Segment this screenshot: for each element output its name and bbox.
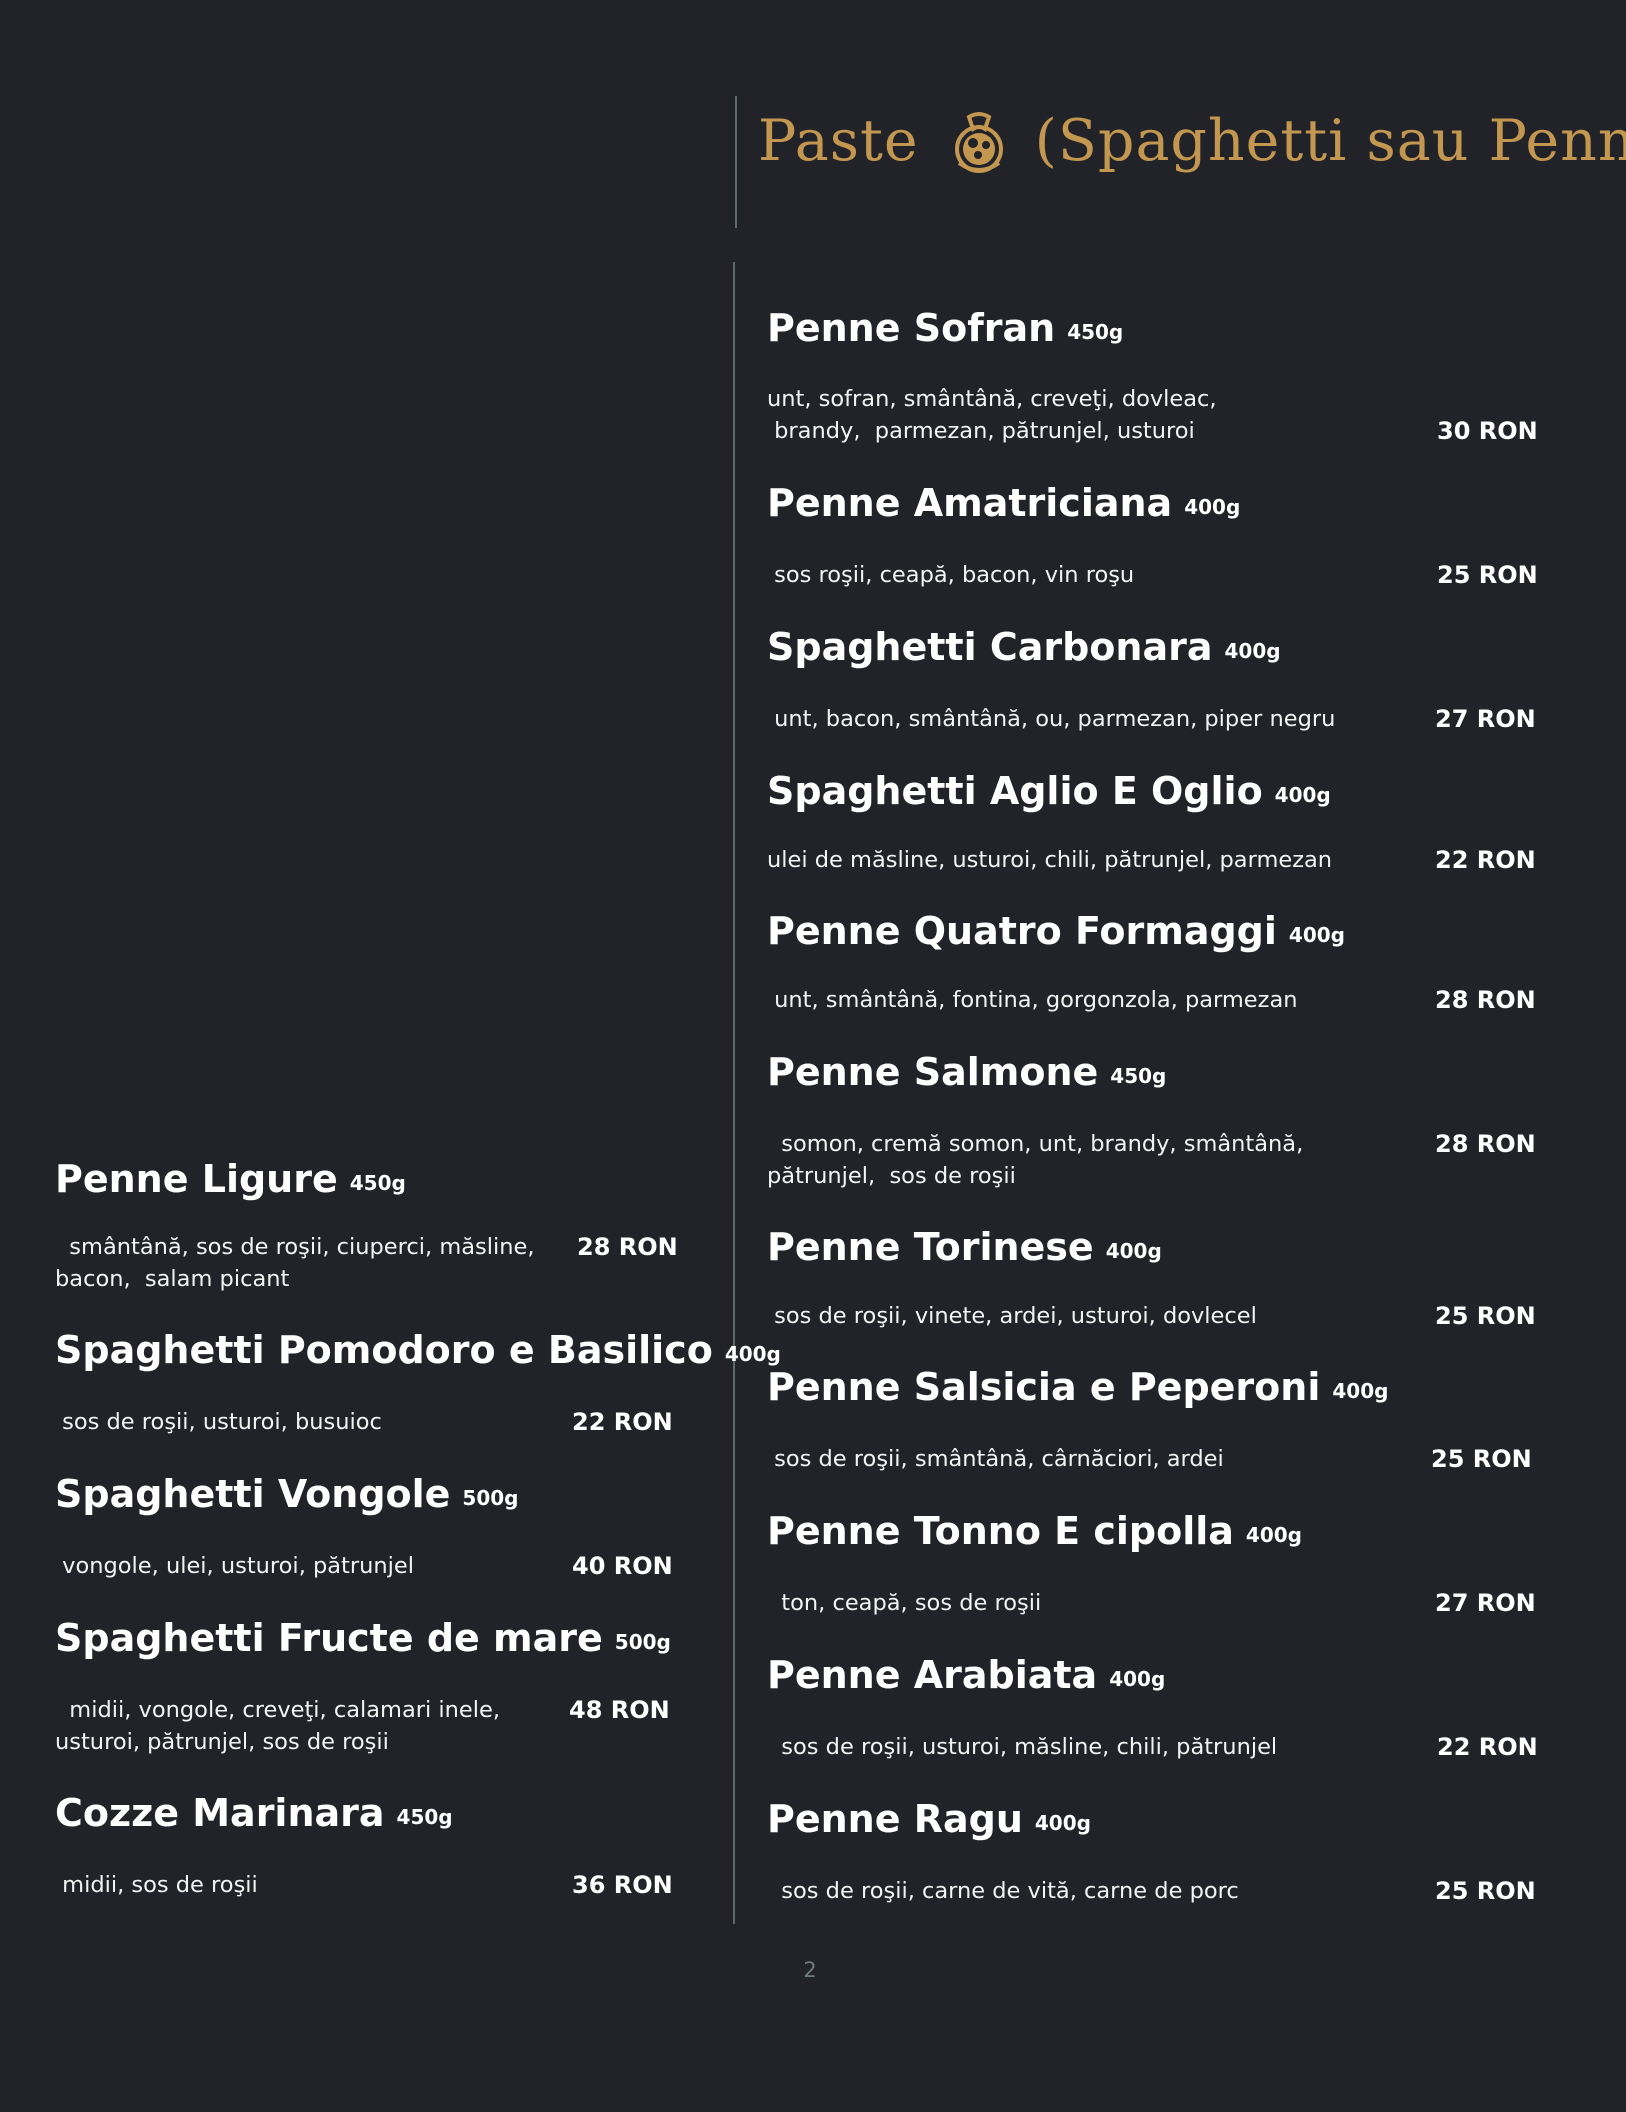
item-name: Penne Amatriciana 400g xyxy=(767,481,1241,525)
item-description: vongole, ulei, usturoi, pătrunjel xyxy=(55,1553,415,1579)
item-description: sos roşii, ceapă, bacon, vin roşu xyxy=(767,562,1135,588)
item-price: 25 RON xyxy=(1431,1445,1532,1473)
item-weight: 500g xyxy=(614,1630,671,1654)
item-description: midii, vongole, creveţi, calamari inele,… xyxy=(55,1697,501,1755)
item-name: Penne Ligure 450g xyxy=(55,1157,406,1201)
item-description: somon, cremă somon, unt, brandy, smântân… xyxy=(767,1131,1304,1189)
item-name: Penne Arabiata 400g xyxy=(767,1653,1166,1697)
item-price: 30 RON xyxy=(1437,417,1538,445)
item-name: Spaghetti Carbonara 400g xyxy=(767,625,1281,669)
item-description: sos de roşii, vinete, ardei, usturoi, do… xyxy=(767,1303,1257,1329)
item-weight: 400g xyxy=(1034,1811,1091,1835)
page-number: 2 xyxy=(803,1958,817,1982)
item-name: Spaghetti Fructe de mare 500g xyxy=(55,1616,671,1660)
item-description: sos de roşii, usturoi, busuioc xyxy=(55,1409,382,1435)
item-description: unt, sofran, smântână, creveţi, dovleac,… xyxy=(767,386,1217,444)
item-description: smântână, sos de roşii, ciuperci, măslin… xyxy=(55,1234,535,1292)
item-weight: 450g xyxy=(1110,1064,1167,1088)
title-suffix: (Spaghetti sau Penne) xyxy=(1034,108,1626,174)
item-description: unt, bacon, smântână, ou, parmezan, pipe… xyxy=(767,706,1336,732)
item-weight: 400g xyxy=(1105,1239,1162,1263)
item-name: Spaghetti Vongole 500g xyxy=(55,1472,519,1516)
pasta-bowl-icon xyxy=(954,112,1003,173)
item-price: 25 RON xyxy=(1435,1877,1536,1905)
item-name: Penne Ragu 400g xyxy=(767,1797,1091,1841)
item-price: 27 RON xyxy=(1435,1589,1536,1617)
item-description: midii, sos de roşii xyxy=(55,1872,258,1898)
item-name: Spaghetti Pomodoro e Basilico 400g xyxy=(55,1328,781,1372)
item-weight: 400g xyxy=(724,1342,781,1366)
item-description: sos de roşii, smântână, cârnăciori, arde… xyxy=(767,1446,1224,1472)
item-weight: 450g xyxy=(349,1171,406,1195)
column-divider xyxy=(733,262,735,1924)
section-title: Paste (Spaghetti sau Penne) xyxy=(758,96,1626,186)
item-name: Penne Torinese 400g xyxy=(767,1225,1162,1269)
item-description: sos de roşii, usturoi, măsline, chili, p… xyxy=(767,1734,1278,1760)
item-price: 28 RON xyxy=(577,1233,678,1261)
item-price: 36 RON xyxy=(572,1871,673,1899)
item-weight: 400g xyxy=(1274,783,1331,807)
item-description: sos de roşii, carne de vită, carne de po… xyxy=(767,1878,1239,1904)
item-description: ulei de măsline, usturoi, chili, pătrunj… xyxy=(767,847,1333,873)
item-name: Cozze Marinara 450g xyxy=(55,1791,453,1835)
item-weight: 400g xyxy=(1224,639,1281,663)
title-prefix: Paste xyxy=(758,108,919,174)
item-name: Penne Quatro Formaggi 400g xyxy=(767,909,1345,953)
item-price: 48 RON xyxy=(569,1696,670,1724)
item-weight: 400g xyxy=(1245,1523,1302,1547)
item-weight: 400g xyxy=(1184,495,1241,519)
item-price: 22 RON xyxy=(1437,1733,1538,1761)
item-price: 28 RON xyxy=(1435,986,1536,1014)
item-name: Penne Sofran 450g xyxy=(767,306,1124,350)
item-name: Spaghetti Aglio E Oglio 400g xyxy=(767,769,1331,813)
item-price: 27 RON xyxy=(1435,705,1536,733)
item-name: Penne Tonno E cipolla 400g xyxy=(767,1509,1302,1553)
item-weight: 400g xyxy=(1332,1379,1389,1403)
item-weight: 500g xyxy=(462,1486,519,1510)
item-price: 22 RON xyxy=(572,1408,673,1436)
item-price: 40 RON xyxy=(572,1552,673,1580)
item-price: 28 RON xyxy=(1435,1130,1536,1158)
item-weight: 400g xyxy=(1109,1667,1166,1691)
item-description: ton, ceapă, sos de roşii xyxy=(767,1590,1042,1616)
item-name: Penne Salsicia e Peperoni 400g xyxy=(767,1365,1389,1409)
item-weight: 450g xyxy=(396,1805,453,1829)
item-weight: 450g xyxy=(1067,320,1124,344)
item-name: Penne Salmone 450g xyxy=(767,1050,1167,1094)
item-price: 25 RON xyxy=(1437,561,1538,589)
title-divider xyxy=(735,96,737,228)
item-description: unt, smântână, fontina, gorgonzola, parm… xyxy=(767,987,1298,1013)
item-price: 25 RON xyxy=(1435,1302,1536,1330)
item-weight: 400g xyxy=(1288,923,1345,947)
item-price: 22 RON xyxy=(1435,846,1536,874)
